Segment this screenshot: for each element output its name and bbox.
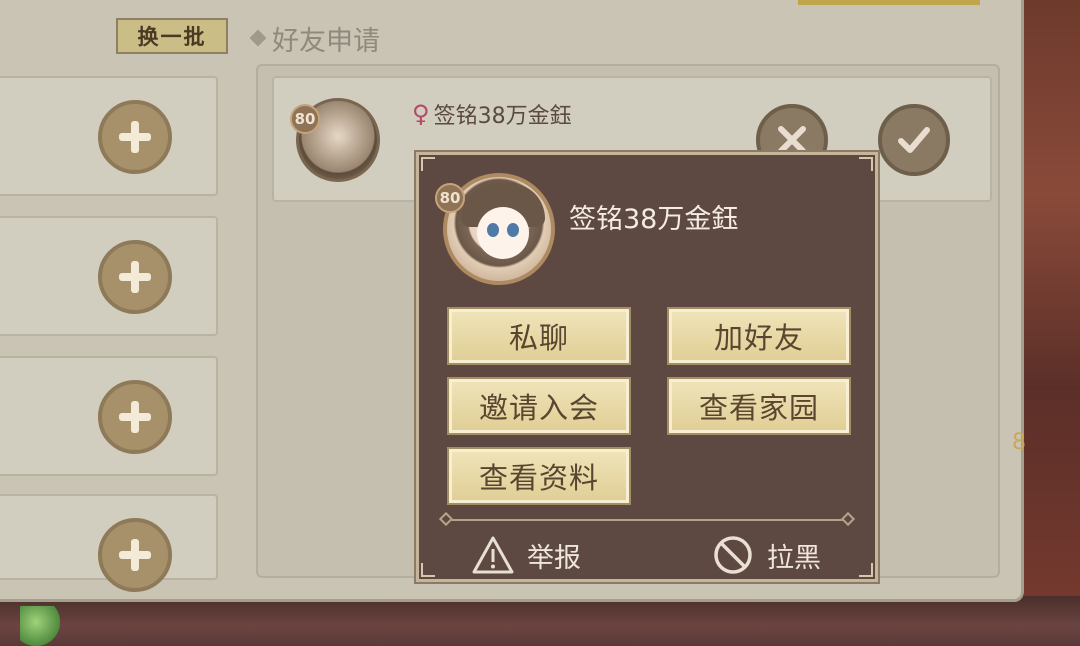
plus-icon bbox=[119, 121, 151, 153]
avatar-eye bbox=[487, 223, 499, 237]
female-icon: ♀ bbox=[412, 100, 430, 128]
requester-name: 签铭38万金鈺 bbox=[433, 104, 572, 129]
block-button[interactable]: 拉黑 bbox=[711, 533, 821, 577]
refresh-batch-button[interactable]: 换一批 bbox=[116, 18, 228, 54]
list-item bbox=[0, 216, 218, 336]
check-icon bbox=[898, 127, 930, 153]
corner-ornament bbox=[859, 157, 873, 171]
plus-icon bbox=[119, 539, 151, 571]
player-level-badge: 80 bbox=[435, 183, 465, 213]
corner-ornament bbox=[859, 563, 873, 577]
diamond-bullet-icon bbox=[249, 29, 267, 47]
add-friend-plus-button[interactable] bbox=[98, 380, 172, 454]
block-icon bbox=[714, 536, 752, 574]
report-label: 举报 bbox=[527, 542, 581, 574]
list-item bbox=[0, 356, 218, 476]
player-action-popup: 80 签铭38万金鈺 私聊 加好友 邀请入会 查看家园 查看资料 举报 拉黑 bbox=[414, 150, 880, 584]
accept-request-button[interactable] bbox=[878, 104, 950, 176]
view-profile-button[interactable]: 查看资料 bbox=[449, 449, 629, 503]
add-friend-plus-button[interactable] bbox=[98, 240, 172, 314]
divider-diamond bbox=[840, 511, 856, 527]
recommend-list bbox=[0, 64, 230, 592]
section-title: 好友申请 bbox=[249, 20, 380, 57]
add-friend-plus-button[interactable] bbox=[98, 100, 172, 174]
block-label: 拉黑 bbox=[767, 542, 821, 574]
list-item bbox=[0, 76, 218, 196]
top-tab-edge bbox=[798, 0, 980, 5]
report-button[interactable]: 举报 bbox=[471, 533, 581, 577]
requester-name-row: ♀ 签铭38万金鈺 bbox=[412, 98, 572, 130]
corner-ornament bbox=[421, 563, 435, 577]
avatar-eye bbox=[507, 223, 519, 237]
private-chat-button[interactable]: 私聊 bbox=[449, 309, 629, 363]
view-home-button[interactable]: 查看家园 bbox=[669, 379, 849, 433]
section-title-label: 好友申请 bbox=[272, 25, 380, 57]
corner-ornament bbox=[421, 157, 435, 171]
requester-level-badge: 80 bbox=[290, 104, 320, 134]
background-scene-right bbox=[1024, 0, 1080, 646]
popup-divider bbox=[438, 511, 856, 527]
list-item bbox=[0, 494, 218, 592]
add-friend-button[interactable]: 加好友 bbox=[669, 309, 849, 363]
invite-to-guild-button[interactable]: 邀请入会 bbox=[449, 379, 629, 433]
background-scene-bottom bbox=[0, 596, 1080, 646]
divider-diamond bbox=[438, 511, 454, 527]
warning-icon bbox=[472, 536, 514, 574]
avatar-face bbox=[477, 207, 529, 259]
decorative-leaf bbox=[20, 606, 60, 646]
add-friend-plus-button[interactable] bbox=[98, 518, 172, 592]
player-name: 签铭38万金鈺 bbox=[569, 204, 739, 235]
plus-icon bbox=[119, 261, 151, 293]
side-counter: 8 bbox=[1012, 430, 1026, 455]
plus-icon bbox=[119, 401, 151, 433]
